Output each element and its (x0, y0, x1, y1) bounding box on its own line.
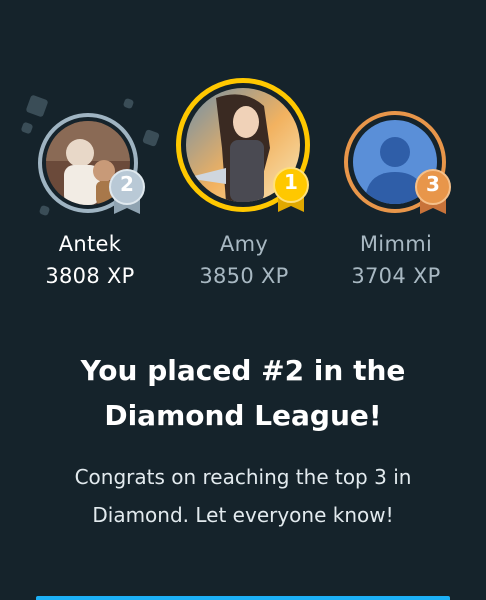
congrats-message: Congrats on reaching the top 3 in Diamon… (30, 458, 456, 534)
headline-line-2: Diamond League! (104, 399, 382, 432)
confetti-decoration (20, 121, 34, 135)
share-button-edge[interactable] (36, 596, 450, 600)
confetti-decoration (25, 94, 49, 118)
result-headline: You placed #2 in the Diamond League! (0, 348, 486, 438)
player-name: Amy (219, 232, 269, 256)
confetti-decoration (122, 97, 135, 110)
leaderboard-podium: 2 Antek 3808 XP 1 Amy 3850 XP 3 Mimmi 37… (0, 0, 486, 320)
rank-number: 1 (284, 170, 298, 194)
player-xp: 3704 XP (351, 264, 441, 288)
rank-medal-silver: 2 (106, 166, 148, 220)
rank-medal-bronze: 3 (412, 166, 454, 220)
rank-number: 3 (426, 172, 440, 196)
message-line-1: Congrats on reaching the top 3 in (74, 465, 412, 489)
message-line-2: Diamond. Let everyone know! (92, 503, 394, 527)
rank-number: 2 (120, 172, 134, 196)
player-name: Mimmi (359, 232, 433, 256)
rank-medal-gold: 1 (270, 164, 312, 218)
confetti-decoration (38, 204, 51, 217)
player-xp: 3808 XP (45, 264, 135, 288)
player-xp: 3850 XP (199, 264, 289, 288)
headline-line-1: You placed #2 in the (80, 354, 406, 387)
player-name: Antek (58, 232, 122, 256)
confetti-decoration (142, 129, 160, 147)
